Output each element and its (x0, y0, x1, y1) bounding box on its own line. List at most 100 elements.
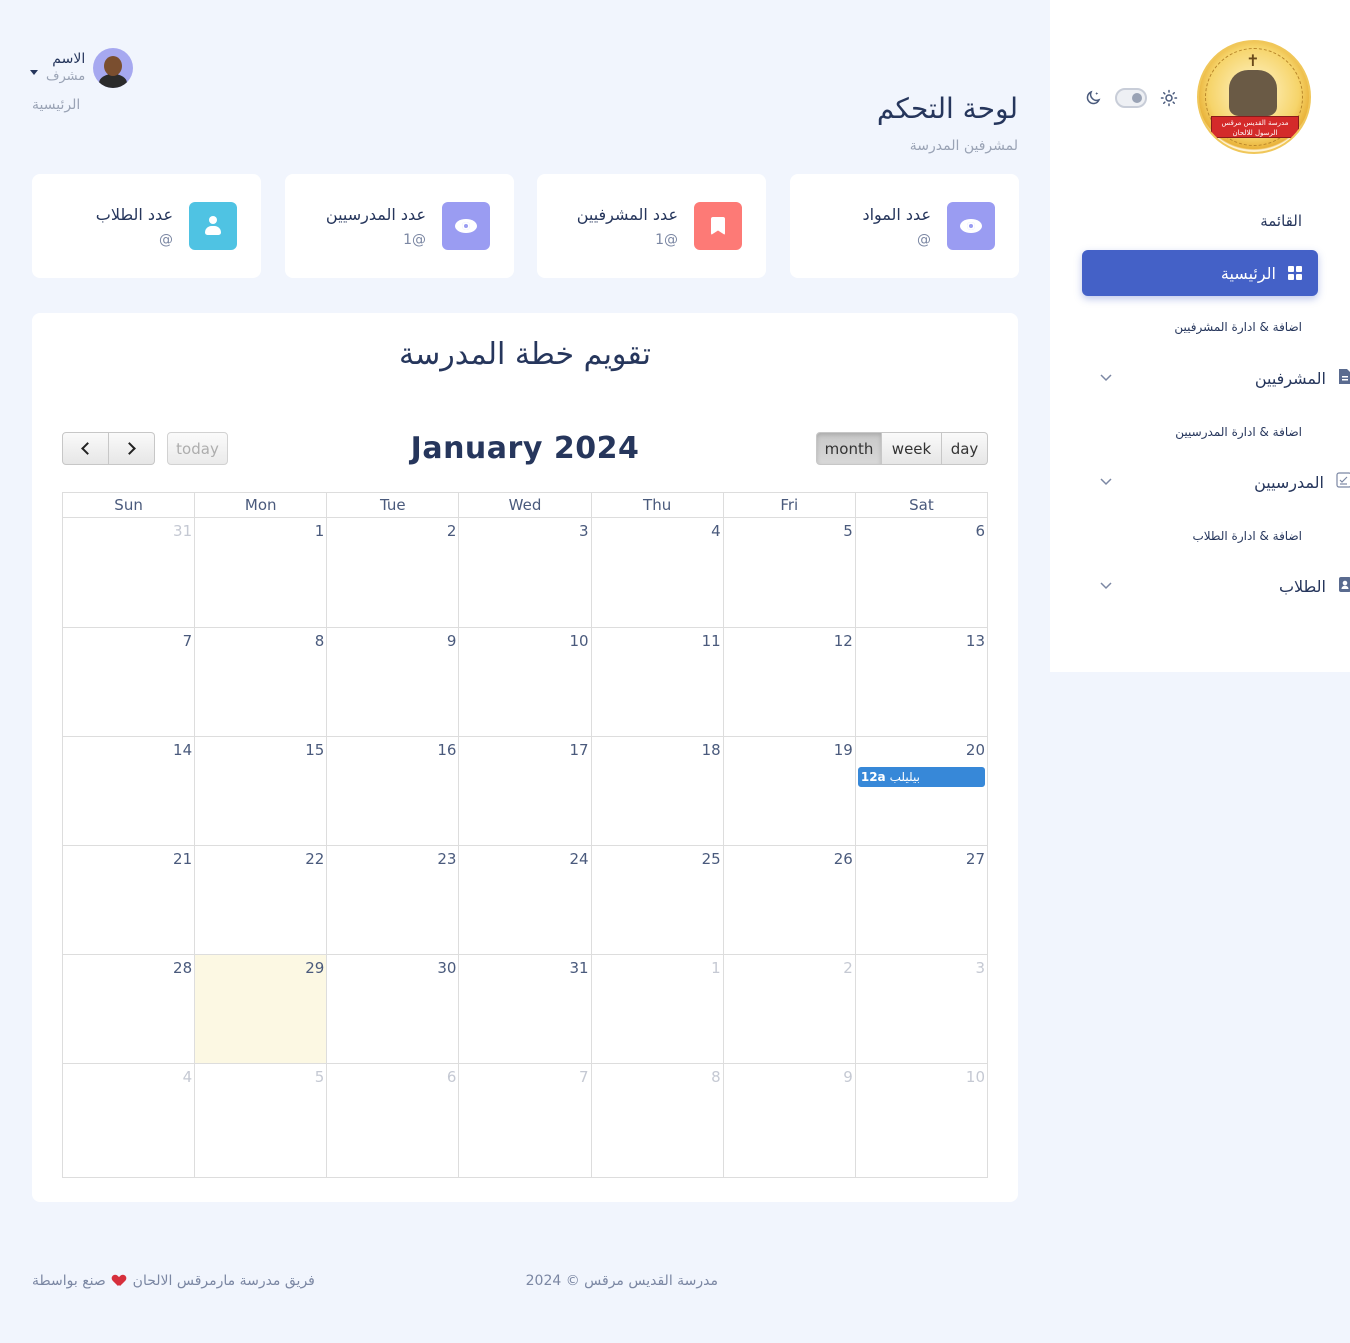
breadcrumb[interactable]: الرئيسية (32, 97, 80, 113)
day-cell[interactable]: 17 (458, 736, 592, 846)
document-icon (1338, 368, 1350, 389)
day-cell[interactable]: 30 (326, 954, 460, 1064)
weekday-sat: Sat (854, 492, 989, 518)
sidebar-item-home[interactable]: الرئيسية (1082, 250, 1318, 296)
week-row: 21 22 23 24 25 26 27 (61, 845, 989, 955)
credit-team[interactable]: فريق مدرسة مارمرقس الالحان (133, 1273, 315, 1289)
stat-card-subjects: عدد المواد @ (790, 174, 1019, 278)
week-row: 4 5 6 7 8 9 10 (61, 1063, 989, 1178)
sun-icon (1159, 88, 1179, 108)
month-view-button[interactable]: month (816, 432, 882, 465)
day-cell[interactable]: 4 (590, 517, 724, 628)
day-cell[interactable]: 7 (458, 1063, 592, 1178)
day-cell[interactable]: 27 (854, 845, 989, 955)
chevron-down-icon[interactable] (1100, 371, 1114, 385)
day-cell[interactable]: 6 (326, 1063, 460, 1178)
day-cell[interactable]: 10 (854, 1063, 989, 1178)
calendar-event[interactable]: 12a بيليلب (857, 767, 985, 787)
sidebar-item-label: المدرسيين (1254, 472, 1324, 492)
page-title: لوحة التحكم (876, 92, 1018, 125)
eye-icon (947, 202, 995, 250)
moon-icon (1083, 88, 1103, 108)
sidebar-item-label: المشرفيين (1254, 368, 1326, 388)
day-cell[interactable]: 11 (590, 627, 724, 737)
avatar-body (99, 74, 128, 88)
week-row: 7 8 9 10 11 12 13 (61, 627, 989, 737)
day-view-button[interactable]: day (942, 432, 988, 465)
stat-card-students: عدد الطلاب @ (32, 174, 261, 278)
day-cell[interactable]: 24 (458, 845, 592, 955)
saint-figure (1229, 70, 1277, 116)
day-cell[interactable]: 2 (326, 517, 460, 628)
stat-card-teachers: عدد المدرسيين 1@ (285, 174, 514, 278)
month-grid: Sun Mon Tue Wed Thu Fri Sat 31 1 2 3 4 5 (61, 492, 989, 1178)
chevron-down-icon[interactable] (1100, 579, 1114, 593)
day-number: 20 (965, 741, 985, 759)
bookmark-icon (694, 202, 742, 250)
day-cell[interactable]: 31 (458, 954, 592, 1064)
sidebar: ✝ مدرسة القديس مرقس الرسول للالحان القائ… (1050, 0, 1350, 672)
chevron-down-icon[interactable] (1100, 475, 1114, 489)
day-cell[interactable]: 5 (194, 1063, 328, 1178)
sidebar-item-teachers[interactable]: المدرسيين (1100, 470, 1350, 494)
day-cell[interactable]: 12 (722, 627, 856, 737)
page-subtitle: لمشرفين المدرسة (909, 138, 1018, 154)
day-cell[interactable]: 10 (458, 627, 592, 737)
day-cell[interactable]: 7 (61, 627, 196, 737)
user-info: الاسم مشرف (46, 50, 85, 86)
dashboard-grid-icon (1288, 266, 1302, 280)
weekday-tue: Tue (326, 492, 460, 518)
day-cell[interactable]: 3 (854, 954, 989, 1064)
caret-down-icon[interactable] (30, 69, 38, 75)
day-cell[interactable]: 18 (590, 736, 724, 846)
day-cell[interactable]: 9 (722, 1063, 856, 1178)
day-cell[interactable]: 26 (722, 845, 856, 955)
school-logo[interactable]: ✝ مدرسة القديس مرقس الرسول للالحان (1197, 40, 1311, 154)
day-cell-with-event[interactable]: 20 12a بيليلب (854, 736, 989, 846)
day-cell[interactable]: 16 (326, 736, 460, 846)
day-cell[interactable]: 13 (854, 627, 989, 737)
section-label-supervisors: اضافة & ادارة المشرفيين (1174, 320, 1302, 334)
sidebar-item-supervisors[interactable]: المشرفيين (1100, 366, 1350, 390)
day-cell[interactable]: 2 (722, 954, 856, 1064)
credit-prefix: صنع بواسطة (32, 1273, 106, 1289)
stat-value: @ (917, 232, 931, 248)
today-cell[interactable]: 29 (194, 954, 328, 1064)
user-menu[interactable]: الاسم مشرف (30, 48, 134, 88)
cross-icon: ✝ (1246, 51, 1260, 70)
person-icon (189, 202, 237, 250)
day-cell[interactable]: 5 (722, 517, 856, 628)
day-cell[interactable]: 28 (61, 954, 196, 1064)
section-label-students: اضافة & ادارة الطلاب (1192, 529, 1302, 543)
stat-value: 1@ (655, 232, 678, 248)
heart-icon (113, 1275, 125, 1286)
day-cell[interactable]: 1 (194, 517, 328, 628)
stat-card-supervisors: عدد المشرفيين 1@ (537, 174, 766, 278)
sidebar-item-students[interactable]: الطلاب (1100, 574, 1350, 598)
day-cell[interactable]: 9 (326, 627, 460, 737)
weekday-wed: Wed (458, 492, 592, 518)
day-cell[interactable]: 6 (854, 517, 989, 628)
user-role: مشرف (46, 69, 86, 84)
day-cell[interactable]: 8 (590, 1063, 724, 1178)
day-cell[interactable]: 21 (61, 845, 196, 955)
weekday-fri: Fri (722, 492, 856, 518)
day-cell[interactable]: 23 (326, 845, 460, 955)
day-cell[interactable]: 3 (458, 517, 592, 628)
sidebar-item-label: الرئيسية (1220, 263, 1276, 283)
day-cell[interactable]: 25 (590, 845, 724, 955)
day-cell[interactable]: 31 (61, 517, 196, 628)
day-cell[interactable]: 4 (61, 1063, 196, 1178)
day-cell[interactable]: 14 (61, 736, 196, 846)
week-row: 28 29 30 31 1 2 3 (61, 954, 989, 1064)
day-cell[interactable]: 15 (194, 736, 328, 846)
day-cell[interactable]: 1 (590, 954, 724, 1064)
theme-toggle[interactable] (1115, 88, 1147, 108)
day-cell[interactable]: 19 (722, 736, 856, 846)
day-cell[interactable]: 8 (194, 627, 328, 737)
day-cell[interactable]: 22 (194, 845, 328, 955)
week-view-button[interactable]: week (882, 432, 942, 465)
theme-switcher (1083, 88, 1179, 108)
section-label-teachers: اضافة & ادارة المدرسيين (1175, 425, 1302, 439)
avatar[interactable] (93, 48, 134, 88)
